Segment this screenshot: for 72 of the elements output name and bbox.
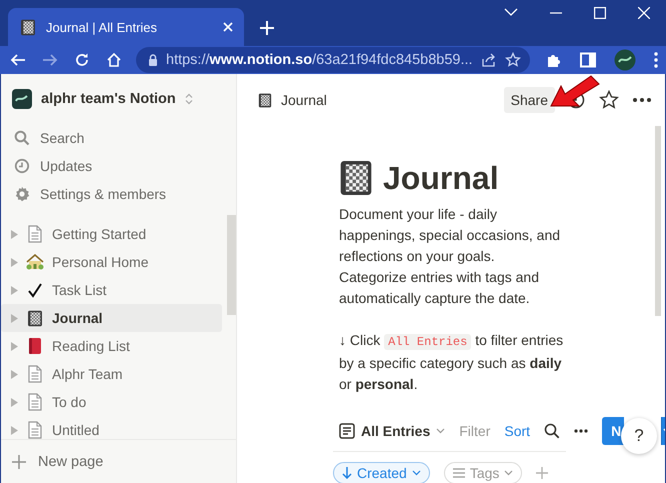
star-icon[interactable] bbox=[599, 90, 619, 110]
description-text: Document your life - daily happenings, special occasions, and reflections on your goals. bbox=[339, 205, 562, 266]
browser-tab[interactable]: Journal | All Entries bbox=[8, 8, 244, 46]
chevron-down-icon[interactable] bbox=[504, 7, 518, 17]
close-icon[interactable] bbox=[638, 7, 650, 19]
sidebar-page-item[interactable]: Alphr Team bbox=[1, 360, 222, 388]
page-icon bbox=[27, 393, 43, 411]
close-icon[interactable] bbox=[222, 21, 234, 33]
notebook-icon bbox=[20, 18, 36, 36]
workspace-logo-icon bbox=[12, 89, 32, 109]
sidebar-page-item[interactable]: Personal Home bbox=[1, 248, 222, 276]
book-icon bbox=[28, 337, 42, 355]
description-text: Categorize entries with tags and automatically capture the date. bbox=[339, 268, 540, 308]
notebook-icon bbox=[339, 159, 373, 197]
clock-icon bbox=[14, 158, 30, 174]
home-icon[interactable] bbox=[106, 52, 122, 68]
sidebar-nav-item[interactable]: Settings & members bbox=[1, 180, 236, 208]
share-icon[interactable] bbox=[480, 53, 497, 67]
maximize-icon[interactable] bbox=[594, 7, 606, 19]
view-selector[interactable]: All Entries bbox=[339, 423, 446, 439]
checkmark-icon bbox=[27, 282, 43, 298]
list-icon bbox=[452, 468, 465, 478]
chevron-down-icon bbox=[436, 428, 446, 434]
search-icon bbox=[14, 130, 30, 146]
toolbar-action[interactable]: Filter bbox=[459, 423, 490, 439]
sidebar-page-item[interactable]: Journal bbox=[1, 304, 222, 332]
sidebar-page-item[interactable]: Getting Started bbox=[1, 220, 222, 248]
more-icon[interactable] bbox=[574, 429, 588, 433]
down-arrow-icon bbox=[342, 467, 352, 479]
house-icon bbox=[26, 254, 44, 270]
page-icon bbox=[27, 225, 43, 243]
workspace-name[interactable]: alphr team's Notion bbox=[41, 91, 176, 107]
property-chip[interactable]: Tags bbox=[444, 462, 522, 483]
puzzle-icon[interactable] bbox=[546, 52, 562, 68]
chevron-down-icon bbox=[504, 470, 514, 476]
breadcrumb-link[interactable]: Journal bbox=[281, 92, 327, 108]
plus-icon bbox=[12, 454, 26, 468]
search-icon[interactable] bbox=[544, 423, 560, 439]
sort-chip[interactable]: Created bbox=[333, 462, 430, 483]
page-title: Journal bbox=[383, 160, 499, 196]
toolbar-action[interactable]: Sort bbox=[504, 423, 530, 439]
address-bar[interactable]: https://www.notion.so/63a21f94fdc845b8b59... bbox=[136, 47, 530, 73]
menu-icon[interactable] bbox=[654, 52, 658, 68]
new-tab-icon[interactable] bbox=[260, 21, 274, 35]
sidebar-nav-item[interactable]: Search bbox=[1, 124, 236, 152]
bookmark-star-icon[interactable] bbox=[504, 52, 521, 68]
notebook-icon bbox=[258, 92, 272, 108]
sidebar-page-item[interactable]: Task List bbox=[1, 276, 222, 304]
help-button[interactable]: ? bbox=[621, 418, 657, 454]
sidebar-page-item[interactable]: To do bbox=[1, 388, 222, 416]
inline-code: All Entries bbox=[384, 334, 472, 350]
avatar-icon[interactable] bbox=[614, 49, 636, 71]
hint-text: ↓ Click All Entries to filter entries by a specific category such as daily or personal. bbox=[339, 331, 564, 394]
settings-icon bbox=[14, 186, 30, 202]
sidebar-page-item[interactable]: Reading List bbox=[1, 332, 222, 360]
sidebar-nav-item[interactable]: Updates bbox=[1, 152, 236, 180]
share-button[interactable]: Share bbox=[504, 87, 555, 113]
scrollbar[interactable] bbox=[227, 215, 236, 315]
notebook-icon bbox=[27, 310, 43, 326]
chevron-down-icon bbox=[412, 470, 421, 476]
side-panel-icon[interactable] bbox=[580, 52, 596, 68]
new-button[interactable]: N bbox=[602, 417, 624, 445]
list-view-icon bbox=[339, 423, 355, 439]
lock-icon bbox=[148, 54, 158, 66]
page-icon bbox=[27, 365, 43, 383]
new-page-button[interactable]: New page bbox=[1, 439, 236, 483]
back-arrow-icon[interactable] bbox=[10, 52, 26, 68]
reload-icon[interactable] bbox=[74, 52, 90, 68]
scrollbar[interactable] bbox=[655, 126, 661, 316]
sidebar-page-item[interactable]: Untitled bbox=[1, 416, 222, 439]
more-icon[interactable] bbox=[633, 98, 651, 102]
page-icon bbox=[27, 421, 43, 439]
